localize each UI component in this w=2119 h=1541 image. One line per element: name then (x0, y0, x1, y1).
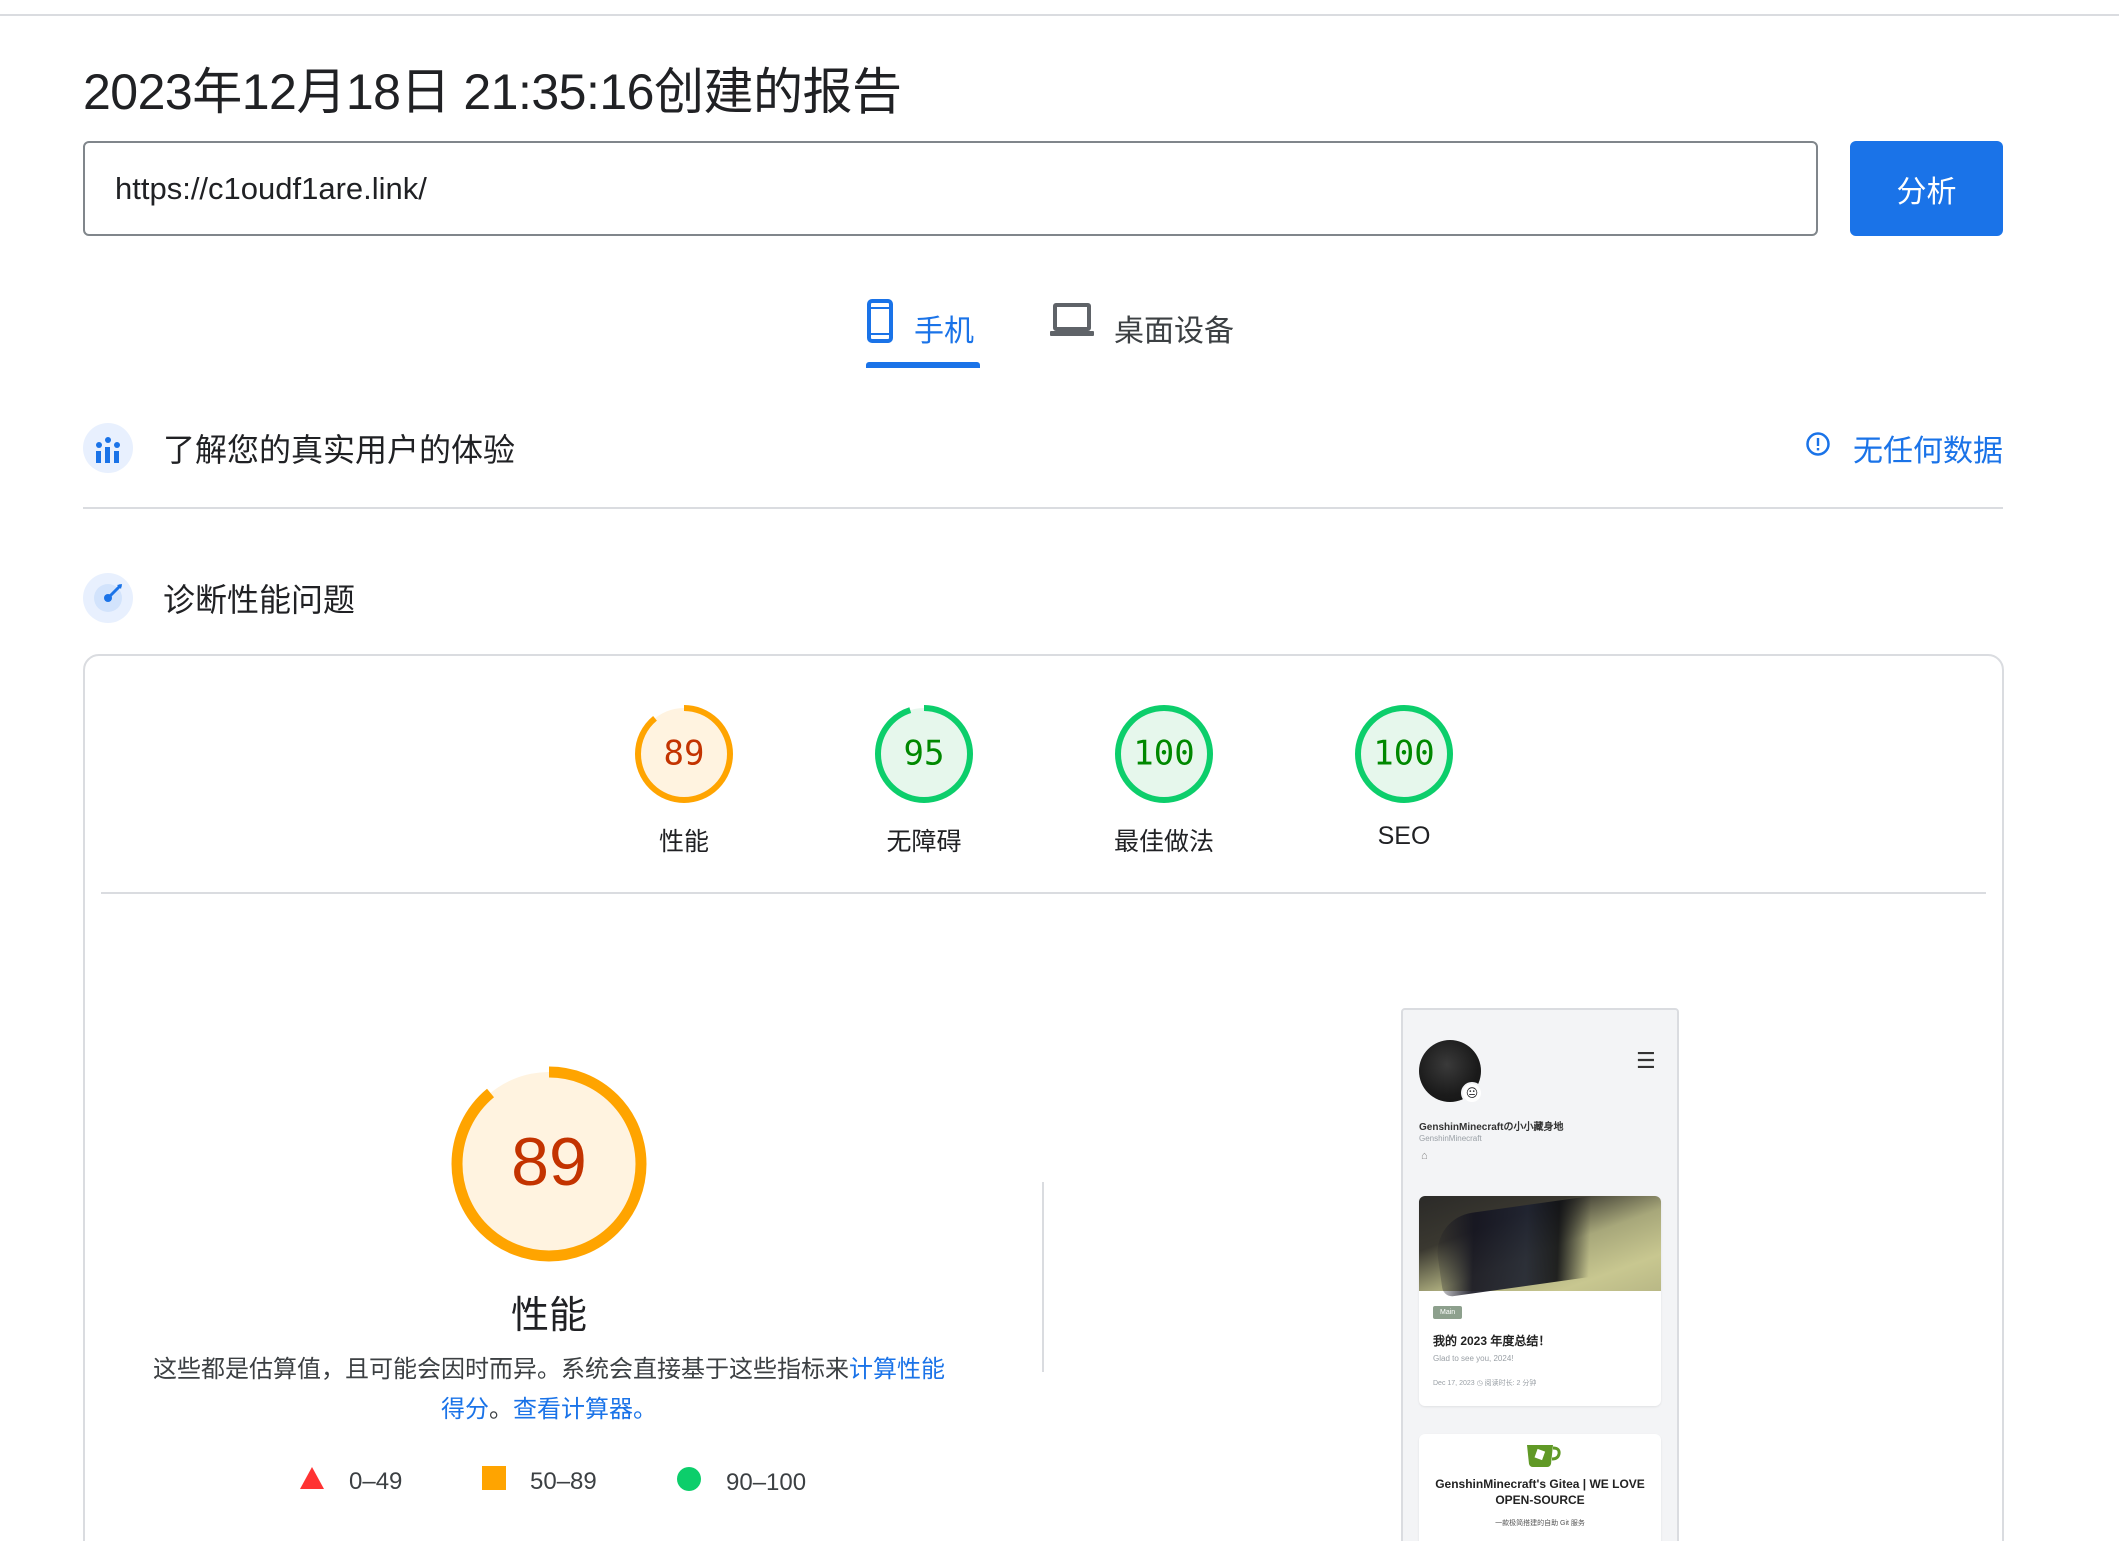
gauge-label-accessibility: 无障碍 (886, 828, 962, 856)
score-gauge-seo[interactable]: 100 SEO (1329, 704, 1479, 851)
section-divider (83, 507, 2003, 509)
gauge-score-performance: 89 (664, 734, 705, 774)
info-icon (1805, 431, 1831, 465)
url-input-field[interactable] (83, 141, 1818, 236)
performance-score: 89 (511, 1124, 587, 1200)
analyze-button[interactable]: 分析 (1850, 141, 2003, 236)
circle-icon (676, 1466, 702, 1499)
lighthouse-report-card: 89 性能 95 无障碍 100 最佳做法 100 SEO 89 性能 这些都是… (83, 654, 2004, 1541)
gauge-label-performance: 性能 (658, 828, 709, 856)
performance-big-gauge: 89 (451, 1066, 647, 1262)
calculator-link[interactable]: 查看计算器。 (513, 1396, 657, 1423)
gauge-score-seo: 100 (1373, 734, 1434, 774)
no-data-label: 无任何数据 (1853, 435, 2003, 468)
post-cover-image (1419, 1196, 1661, 1298)
url-input[interactable] (115, 170, 1816, 207)
gauge-score-best-practices: 100 (1133, 734, 1194, 774)
gauge-label-seo: SEO (1377, 822, 1431, 850)
tab-mobile[interactable]: 手机 (866, 296, 980, 370)
screenshot-site-sub: GenshinMinecraft (1419, 1134, 1482, 1143)
page-screenshot-thumbnail[interactable]: 😐 ☰ GenshinMinecraftの小小藏身地 GenshinMinecr… (1401, 1008, 1679, 1541)
legend-fail: 0–49 (299, 1466, 402, 1497)
gitea-cup-icon (1527, 1445, 1561, 1467)
performance-label: 性能 (510, 1295, 587, 1337)
emoji-badge-icon: 😐 (1461, 1082, 1483, 1104)
crux-section-header: 了解您的真实用户的体验 无任何数据 (83, 420, 2003, 476)
diagnose-section-header: 诊断性能问题 (83, 570, 2003, 626)
gauge-ring: 89 (635, 705, 733, 803)
legend-pass: 90–100 (676, 1466, 806, 1499)
screenshot-gitea-card: GenshinMinecraft's Gitea | WE LOVE OPEN-… (1419, 1434, 1661, 1541)
gauge-score-accessibility: 95 (904, 734, 945, 774)
device-tabs: 手机 桌面设备 (0, 296, 2119, 370)
users-chart-icon (83, 423, 133, 473)
desc-text: 这些都是估算值，且可能会因时而异。系统会直接基于这些指标来 (153, 1356, 849, 1383)
legend-average-range: 50–89 (530, 1467, 597, 1495)
no-data-link[interactable]: 无任何数据 (1805, 426, 2003, 470)
score-gauge-performance[interactable]: 89 性能 (609, 704, 759, 858)
gauge-ring: 100 (1355, 705, 1453, 803)
gitea-title: GenshinMinecraft's Gitea | WE LOVE OPEN-… (1435, 1477, 1645, 1507)
screenshot-content: 😐 ☰ GenshinMinecraftの小小藏身地 GenshinMinecr… (1403, 1010, 1677, 1541)
report-title: 2023年12月18日 21:35:16创建的报告 (83, 64, 902, 120)
score-gauge-best-practices[interactable]: 100 最佳做法 (1089, 704, 1239, 858)
gauge-ring: 100 (1115, 705, 1213, 803)
crux-title: 了解您的真实用户的体验 (163, 432, 516, 468)
post-title: 我的 2023 年度总结！ (1433, 1334, 1551, 1348)
post-subtitle: Glad to see you, 2024! (1433, 1354, 1514, 1363)
gauge-label-best-practices: 最佳做法 (1113, 828, 1214, 856)
legend-pass-range: 90–100 (726, 1468, 807, 1496)
diagnose-title: 诊断性能问题 (163, 582, 356, 618)
screenshot-post-card: Main 我的 2023 年度总结！ Glad to see you, 2024… (1419, 1196, 1661, 1406)
legend-fail-range: 0–49 (349, 1467, 403, 1495)
phone-icon (866, 298, 894, 352)
gauge-ring: 95 (875, 705, 973, 803)
tab-mobile-label: 手机 (914, 315, 974, 348)
post-meta: Dec 17, 2023 ◷ 阅读时长: 2 分钟 (1433, 1380, 1537, 1387)
vertical-divider (1042, 1182, 1044, 1372)
card-divider (101, 892, 1986, 894)
screenshot-site-name: GenshinMinecraftの小小藏身地 (1419, 1122, 1564, 1133)
triangle-icon (299, 1466, 325, 1497)
lighthouse-icon (83, 573, 133, 623)
score-gauge-accessibility[interactable]: 95 无障碍 (849, 704, 999, 858)
laptop-icon (1050, 298, 1094, 346)
github-icon: ⌂ (1421, 1150, 1428, 1162)
gitea-subtitle: 一款极简搭建的自助 Git 服务 (1495, 1520, 1585, 1527)
square-icon (482, 1466, 506, 1497)
tab-desktop[interactable]: 桌面设备 (1050, 296, 1234, 370)
legend-average: 50–89 (482, 1466, 597, 1497)
hamburger-menu-icon: ☰ (1636, 1048, 1656, 1073)
top-divider (0, 14, 2119, 16)
performance-description: 这些都是估算值，且可能会因时而异。系统会直接基于这些指标来计算性能得分。查看计算… (145, 1350, 953, 1430)
desc-separator: 。 (489, 1396, 513, 1423)
post-tag: Main (1433, 1306, 1463, 1319)
active-tab-indicator (866, 362, 980, 368)
score-legend: 0–49 50–89 90–100 (85, 1466, 1013, 1506)
tab-desktop-label: 桌面设备 (1114, 315, 1234, 348)
